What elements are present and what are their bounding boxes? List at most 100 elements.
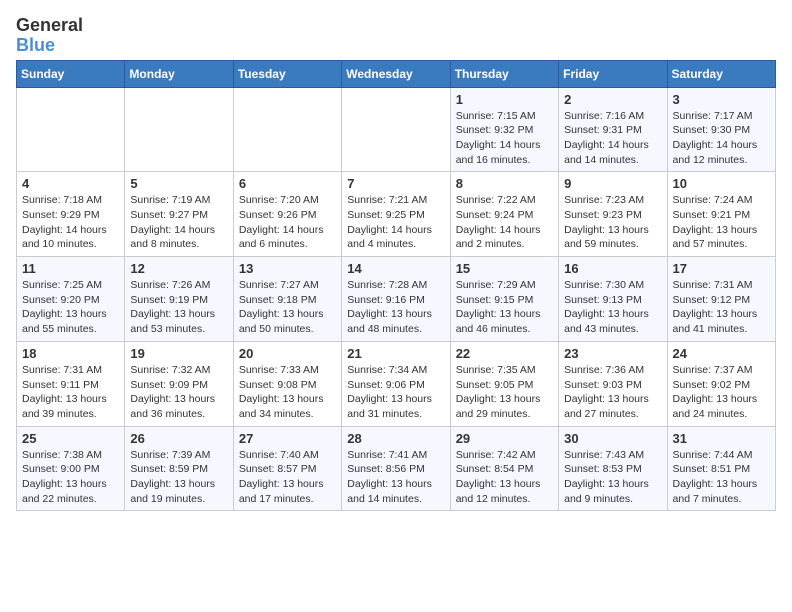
- calendar-body: 1Sunrise: 7:15 AMSunset: 9:32 PMDaylight…: [17, 87, 776, 511]
- day-number: 14: [347, 261, 444, 276]
- calendar-cell: 18 Sunrise: 7:31 AMSunset: 9:11 PMDayligh…: [17, 341, 125, 426]
- day-number: 2: [564, 92, 661, 107]
- day-info: Sunrise: 7:23 AMSunset: 9:23 PMDaylight:…: [564, 193, 661, 252]
- day-number: 25: [22, 431, 119, 446]
- day-number: 29: [456, 431, 553, 446]
- logo: General Blue General Blue: [16, 16, 83, 56]
- day-number: 20: [239, 346, 336, 361]
- day-info: Sunrise: 7:31 AMSunset: 9:12 PMDaylight:…: [673, 278, 770, 337]
- weekday-header-wednesday: Wednesday: [342, 60, 450, 87]
- day-info: Sunrise: 7:32 AMSunset: 9:09 PMDaylight:…: [130, 363, 227, 422]
- day-number: 9: [564, 176, 661, 191]
- calendar-cell: 22 Sunrise: 7:35 AMSunset: 9:05 PMDayligh…: [450, 341, 558, 426]
- calendar: SundayMondayTuesdayWednesdayThursdayFrid…: [16, 60, 776, 512]
- calendar-cell: 16 Sunrise: 7:30 AMSunset: 9:13 PMDayligh…: [559, 257, 667, 342]
- calendar-cell: 17 Sunrise: 7:31 AMSunset: 9:12 PMDayligh…: [667, 257, 775, 342]
- day-info: Sunrise: 7:18 AMSunset: 9:29 PMDaylight:…: [22, 193, 119, 252]
- calendar-cell: 6 Sunrise: 7:20 AMSunset: 9:26 PMDaylight…: [233, 172, 341, 257]
- calendar-cell: 19 Sunrise: 7:32 AMSunset: 9:09 PMDayligh…: [125, 341, 233, 426]
- calendar-cell: [17, 87, 125, 172]
- day-info: Sunrise: 7:20 AMSunset: 9:26 PMDaylight:…: [239, 193, 336, 252]
- day-number: 12: [130, 261, 227, 276]
- day-info: Sunrise: 7:25 AMSunset: 9:20 PMDaylight:…: [22, 278, 119, 337]
- calendar-cell: 30 Sunrise: 7:43 AMSunset: 8:53 PMDayligh…: [559, 426, 667, 511]
- calendar-week-row: 25 Sunrise: 7:38 AMSunset: 9:00 PMDayligh…: [17, 426, 776, 511]
- calendar-cell: [342, 87, 450, 172]
- weekday-header-monday: Monday: [125, 60, 233, 87]
- day-number: 23: [564, 346, 661, 361]
- day-number: 27: [239, 431, 336, 446]
- day-info: Sunrise: 7:34 AMSunset: 9:06 PMDaylight:…: [347, 363, 444, 422]
- day-info: Sunrise: 7:31 AMSunset: 9:11 PMDaylight:…: [22, 363, 119, 422]
- day-info: Sunrise: 7:36 AMSunset: 9:03 PMDaylight:…: [564, 363, 661, 422]
- day-number: 11: [22, 261, 119, 276]
- day-info: Sunrise: 7:21 AMSunset: 9:25 PMDaylight:…: [347, 193, 444, 252]
- calendar-cell: 31Sunrise: 7:44 AMSunset: 8:51 PMDayligh…: [667, 426, 775, 511]
- day-info: Sunrise: 7:41 AMSunset: 8:56 PMDaylight:…: [347, 448, 444, 507]
- day-number: 16: [564, 261, 661, 276]
- calendar-week-row: 1Sunrise: 7:15 AMSunset: 9:32 PMDaylight…: [17, 87, 776, 172]
- day-info: Sunrise: 7:40 AMSunset: 8:57 PMDaylight:…: [239, 448, 336, 507]
- day-info: Sunrise: 7:28 AMSunset: 9:16 PMDaylight:…: [347, 278, 444, 337]
- calendar-cell: 14 Sunrise: 7:28 AMSunset: 9:16 PMDayligh…: [342, 257, 450, 342]
- day-number: 7: [347, 176, 444, 191]
- day-number: 28: [347, 431, 444, 446]
- day-number: 4: [22, 176, 119, 191]
- calendar-week-row: 4 Sunrise: 7:18 AMSunset: 9:29 PMDaylight…: [17, 172, 776, 257]
- day-info: Sunrise: 7:37 AMSunset: 9:02 PMDaylight:…: [673, 363, 770, 422]
- logo-text: General Blue: [16, 16, 83, 56]
- calendar-week-row: 18 Sunrise: 7:31 AMSunset: 9:11 PMDayligh…: [17, 341, 776, 426]
- calendar-cell: 29 Sunrise: 7:42 AMSunset: 8:54 PMDayligh…: [450, 426, 558, 511]
- calendar-cell: 23 Sunrise: 7:36 AMSunset: 9:03 PMDayligh…: [559, 341, 667, 426]
- calendar-cell: 11 Sunrise: 7:25 AMSunset: 9:20 PMDayligh…: [17, 257, 125, 342]
- calendar-header: SundayMondayTuesdayWednesdayThursdayFrid…: [17, 60, 776, 87]
- day-number: 8: [456, 176, 553, 191]
- day-number: 21: [347, 346, 444, 361]
- day-info: Sunrise: 7:24 AMSunset: 9:21 PMDaylight:…: [673, 193, 770, 252]
- calendar-cell: 2 Sunrise: 7:16 AMSunset: 9:31 PMDaylight…: [559, 87, 667, 172]
- calendar-cell: [233, 87, 341, 172]
- day-number: 3: [673, 92, 770, 107]
- calendar-week-row: 11 Sunrise: 7:25 AMSunset: 9:20 PMDayligh…: [17, 257, 776, 342]
- calendar-cell: 4 Sunrise: 7:18 AMSunset: 9:29 PMDaylight…: [17, 172, 125, 257]
- day-number: 13: [239, 261, 336, 276]
- day-number: 22: [456, 346, 553, 361]
- weekday-header-friday: Friday: [559, 60, 667, 87]
- calendar-cell: 3 Sunrise: 7:17 AMSunset: 9:30 PMDaylight…: [667, 87, 775, 172]
- calendar-cell: 13 Sunrise: 7:27 AMSunset: 9:18 PMDayligh…: [233, 257, 341, 342]
- day-number: 24: [673, 346, 770, 361]
- calendar-cell: 1Sunrise: 7:15 AMSunset: 9:32 PMDaylight…: [450, 87, 558, 172]
- day-number: 19: [130, 346, 227, 361]
- page-header: General Blue General Blue: [16, 16, 776, 56]
- day-number: 31: [673, 431, 770, 446]
- day-number: 30: [564, 431, 661, 446]
- weekday-header-tuesday: Tuesday: [233, 60, 341, 87]
- day-number: 18: [22, 346, 119, 361]
- day-info: Sunrise: 7:16 AMSunset: 9:31 PMDaylight:…: [564, 109, 661, 168]
- day-info: Sunrise: 7:38 AMSunset: 9:00 PMDaylight:…: [22, 448, 119, 507]
- calendar-cell: [125, 87, 233, 172]
- day-number: 17: [673, 261, 770, 276]
- calendar-cell: 27 Sunrise: 7:40 AMSunset: 8:57 PMDayligh…: [233, 426, 341, 511]
- weekday-header-saturday: Saturday: [667, 60, 775, 87]
- calendar-cell: 28 Sunrise: 7:41 AMSunset: 8:56 PMDayligh…: [342, 426, 450, 511]
- day-info: Sunrise: 7:26 AMSunset: 9:19 PMDaylight:…: [130, 278, 227, 337]
- day-info: Sunrise: 7:43 AMSunset: 8:53 PMDaylight:…: [564, 448, 661, 507]
- calendar-cell: 15Sunrise: 7:29 AMSunset: 9:15 PMDayligh…: [450, 257, 558, 342]
- calendar-cell: 24 Sunrise: 7:37 AMSunset: 9:02 PMDayligh…: [667, 341, 775, 426]
- day-number: 6: [239, 176, 336, 191]
- weekday-header-sunday: Sunday: [17, 60, 125, 87]
- weekday-header-thursday: Thursday: [450, 60, 558, 87]
- day-info: Sunrise: 7:27 AMSunset: 9:18 PMDaylight:…: [239, 278, 336, 337]
- calendar-cell: 10 Sunrise: 7:24 AMSunset: 9:21 PMDayligh…: [667, 172, 775, 257]
- day-number: 10: [673, 176, 770, 191]
- day-info: Sunrise: 7:30 AMSunset: 9:13 PMDaylight:…: [564, 278, 661, 337]
- calendar-cell: 12 Sunrise: 7:26 AMSunset: 9:19 PMDayligh…: [125, 257, 233, 342]
- calendar-cell: 8Sunrise: 7:22 AMSunset: 9:24 PMDaylight…: [450, 172, 558, 257]
- day-info: Sunrise: 7:33 AMSunset: 9:08 PMDaylight:…: [239, 363, 336, 422]
- day-info: Sunrise: 7:17 AMSunset: 9:30 PMDaylight:…: [673, 109, 770, 168]
- calendar-cell: 26Sunrise: 7:39 AMSunset: 8:59 PMDayligh…: [125, 426, 233, 511]
- calendar-cell: 25 Sunrise: 7:38 AMSunset: 9:00 PMDayligh…: [17, 426, 125, 511]
- day-info: Sunrise: 7:35 AMSunset: 9:05 PMDaylight:…: [456, 363, 553, 422]
- day-info: Sunrise: 7:42 AMSunset: 8:54 PMDaylight:…: [456, 448, 553, 507]
